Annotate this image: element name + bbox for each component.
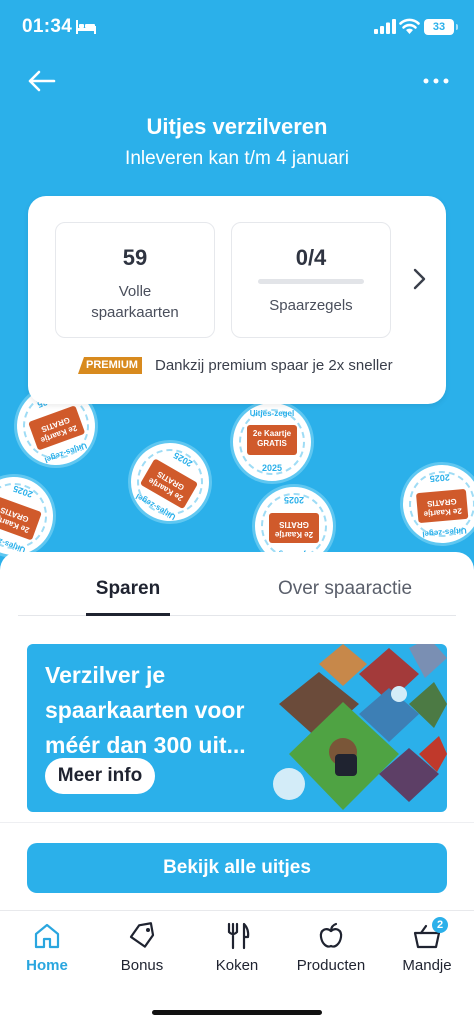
nav-koken[interactable]: Koken [192, 921, 282, 974]
apple-icon [319, 922, 343, 948]
tag-icon [129, 922, 155, 948]
home-indicator [152, 1010, 322, 1015]
stamps-count: 0/4 [295, 245, 327, 270]
nav-home-label: Home [26, 957, 68, 974]
home-icon [34, 923, 60, 949]
bed-icon [76, 20, 96, 34]
nav-producten-label: Producten [296, 957, 366, 974]
nav-mandje[interactable]: 2 Mandje [382, 917, 472, 974]
nav-koken-label: Koken [215, 957, 259, 974]
stamps-label: Spaarzegels [269, 297, 353, 314]
attractions-collage-image [273, 644, 447, 810]
status-bar: 01:34 33 [0, 0, 474, 56]
page-title: Uitjes verzilveren [146, 114, 328, 139]
page-subtitle: Inleveren kan t/m 4 januari [125, 148, 349, 169]
premium-badge: PREMIUM [78, 357, 142, 374]
chevron-right-icon[interactable] [406, 264, 432, 294]
tab-over-spaaractie[interactable]: Over spaaractie [270, 578, 420, 614]
stamp-decoration: Uitjes-zegel 2e KaartjeGRATIS 2025 [230, 400, 314, 484]
stamp-decoration: Uitjes-zegel 2e KaartjeGRATIS 2025 [396, 458, 474, 550]
full-cards-label: Volle spaarkaarten [91, 283, 179, 321]
bottom-navigation: Home Bonus Koken Producten 2 Mandje [0, 910, 474, 1024]
stamps-progress-bar [258, 279, 364, 284]
full-cards-count: 59 [122, 245, 148, 270]
meer-info-button[interactable]: Meer info [45, 758, 155, 794]
tab-divider [18, 615, 456, 616]
nav-home[interactable]: Home [2, 921, 92, 974]
stamps-stat: 0/4 Spaarzegels [231, 222, 391, 338]
nav-mandje-label: Mandje [402, 957, 452, 974]
cart-count-badge: 2 [432, 917, 448, 933]
premium-text: Dankzij premium spaar je 2x sneller [155, 357, 393, 374]
signal-icon [374, 19, 396, 34]
status-time: 01:34 [22, 16, 73, 37]
battery-indicator: 33 [424, 19, 458, 35]
nav-producten[interactable]: Producten [286, 921, 376, 974]
cutlery-icon [227, 922, 250, 950]
full-cards-stat: 59 Volle spaarkaarten [55, 222, 215, 338]
back-arrow-icon[interactable] [24, 64, 58, 98]
hero-header: 01:34 33 Uitjes verzilveren Inleveren ka… [0, 0, 474, 600]
wifi-icon [399, 18, 420, 34]
more-options-icon[interactable] [420, 70, 452, 92]
savings-summary-card: 59 Volle spaarkaarten 0/4 Spaarzegels PRE… [28, 196, 446, 404]
basket-icon: 2 [412, 917, 448, 951]
cta-bar: Bekijk alle uitjes [0, 822, 474, 910]
view-all-outings-button[interactable]: Bekijk alle uitjes [27, 843, 447, 893]
stamp-decoration: Uitjes-zegel 2e KaartjeGRATIS 2025 [112, 424, 228, 540]
promo-headline: Verzilver je spaarkaarten voor méér dan 30… [45, 662, 246, 758]
promo-banner[interactable]: Verzilver je spaarkaarten voor méér dan 30… [27, 644, 447, 812]
nav-bonus[interactable]: Bonus [97, 921, 187, 974]
active-tab-indicator [86, 613, 170, 616]
nav-bonus-label: Bonus [120, 957, 164, 974]
tab-sparen[interactable]: Sparen [86, 578, 170, 614]
